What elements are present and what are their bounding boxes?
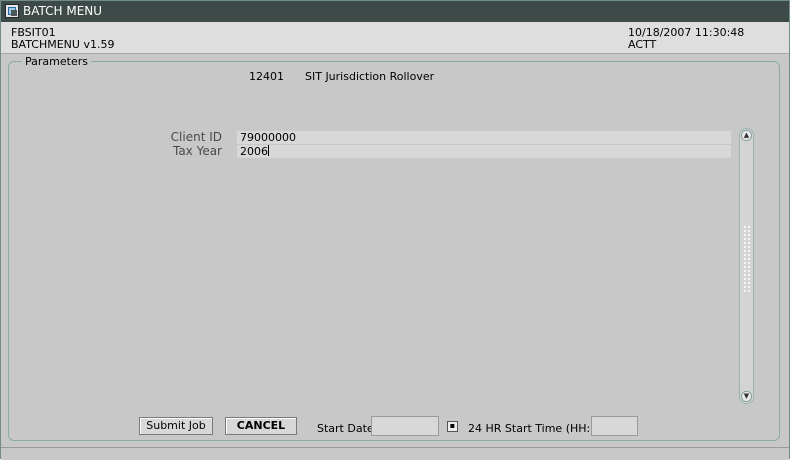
cancel-button[interactable]: CANCEL [225, 417, 297, 435]
app-icon [5, 4, 19, 18]
tax-year-label: Tax Year [172, 144, 222, 158]
scroll-down-icon[interactable]: ▼ [741, 391, 752, 402]
parameters-panel [8, 61, 780, 441]
header-user: ACTT [628, 38, 657, 51]
scroll-thumb-grip[interactable] [743, 225, 751, 293]
job-code: 12401 [249, 70, 284, 83]
text-cursor [268, 145, 269, 156]
window-title: BATCH MENU [23, 4, 103, 18]
parameters-scrollbar[interactable]: ▲ ▼ [739, 128, 754, 404]
form-version: BATCHMENU v1.59 [11, 38, 115, 51]
start-time-field[interactable] [591, 416, 638, 436]
batch-menu-window: BATCH MENU FBSIT01 BATCHMENU v1.59 10/18… [0, 0, 790, 460]
start-date-label: Start Date [317, 422, 374, 435]
client-id-field[interactable]: 79000000 [237, 131, 731, 144]
parameters-legend: Parameters [22, 55, 91, 68]
start-date-field[interactable] [371, 416, 439, 436]
start-time-label: 24 HR Start Time (HH:MI) [468, 422, 608, 435]
job-name: SIT Jurisdiction Rollover [305, 70, 435, 83]
tax-year-value: 2006 [240, 145, 268, 158]
form-header: FBSIT01 BATCHMENU v1.59 10/18/2007 11:30… [1, 22, 789, 54]
tax-year-field[interactable]: 2006 [237, 145, 731, 158]
submit-job-button[interactable]: Submit Job [139, 417, 213, 435]
client-id-label: Client ID [170, 130, 222, 144]
window-bottom-edge [1, 447, 789, 460]
title-bar: BATCH MENU [1, 1, 789, 22]
start-date-lov-icon[interactable]: ▪ [447, 421, 458, 432]
scroll-up-icon[interactable]: ▲ [741, 130, 752, 141]
